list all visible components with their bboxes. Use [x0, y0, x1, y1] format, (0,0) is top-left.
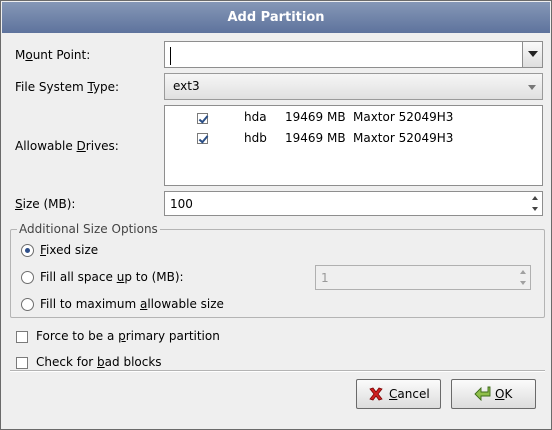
bad-blocks-option[interactable]: Check for bad blocks — [16, 355, 276, 371]
drive-model: Maxtor 52049H3 — [353, 131, 454, 145]
x-icon — [369, 387, 383, 401]
drive-checkbox[interactable] — [197, 133, 208, 144]
dropdown-arrow-icon — [528, 85, 536, 90]
spin-down-icon[interactable] — [520, 281, 526, 285]
text-cursor — [170, 47, 171, 65]
fill-up-to-spinbutton[interactable]: 1 — [315, 265, 531, 290]
chevron-down-icon — [528, 51, 538, 57]
ok-label: OK — [495, 387, 513, 401]
drive-name: hda — [244, 110, 267, 124]
spin-up-icon[interactable] — [532, 196, 538, 200]
drives-label: Allowable Drives: — [15, 139, 119, 153]
fs-type-value: ext3 — [173, 79, 200, 93]
size-options-title: Additional Size Options — [17, 222, 160, 236]
spin-down-icon[interactable] — [532, 207, 538, 211]
bad-blocks-label: Check for bad blocks — [36, 355, 162, 369]
ok-button[interactable]: OK — [451, 379, 536, 409]
add-partition-dialog: Add Partition Mount Point: File System T… — [0, 0, 552, 430]
fixed-size-label: Fixed size — [40, 243, 99, 257]
drive-row[interactable]: hda 19469 MB Maxtor 52049H3 — [165, 108, 535, 128]
fixed-size-radio-option[interactable]: Fixed size — [21, 243, 221, 259]
size-value: 100 — [170, 197, 193, 211]
mount-point-combo[interactable] — [164, 41, 543, 68]
drive-name: hdb — [244, 131, 267, 145]
drive-size: 19469 MB — [285, 110, 346, 124]
drive-row[interactable]: hdb 19469 MB Maxtor 52049H3 — [165, 129, 535, 149]
dialog-title: Add Partition — [2, 2, 550, 33]
drive-size: 19469 MB — [285, 131, 346, 145]
size-spin-arrows[interactable] — [530, 192, 542, 215]
fill-up-to-radio-option[interactable]: Fill all space up to (MB): — [21, 270, 281, 286]
fill-up-to-spin-arrows[interactable] — [518, 266, 530, 289]
fixed-size-radio[interactable] — [21, 244, 34, 257]
size-spinbutton[interactable]: 100 — [164, 191, 543, 216]
fill-max-radio[interactable] — [21, 298, 34, 311]
fill-up-to-radio[interactable] — [21, 271, 34, 284]
fill-up-to-value: 1 — [321, 271, 329, 285]
mount-point-label: Mount Point: — [15, 48, 91, 62]
fill-up-to-label: Fill all space up to (MB): — [40, 270, 184, 284]
primary-partition-checkbox[interactable] — [16, 331, 28, 343]
separator — [10, 370, 545, 372]
primary-partition-label: Force to be a primary partition — [36, 329, 220, 343]
size-label: Size (MB): — [15, 197, 76, 211]
mount-point-dropdown-button[interactable] — [522, 42, 542, 67]
fill-max-radio-option[interactable]: Fill to maximum allowable size — [21, 297, 281, 313]
drive-model: Maxtor 52049H3 — [353, 110, 454, 124]
fs-type-select[interactable]: ext3 — [164, 73, 543, 100]
primary-partition-option[interactable]: Force to be a primary partition — [16, 329, 276, 345]
fill-max-label: Fill to maximum allowable size — [40, 297, 224, 311]
drives-list: hda 19469 MB Maxtor 52049H3 hdb 19469 MB… — [164, 105, 543, 186]
fs-type-label: File System Type: — [15, 80, 120, 94]
cancel-button[interactable]: Cancel — [356, 379, 441, 409]
cancel-label: Cancel — [389, 387, 430, 401]
enter-arrow-icon — [474, 386, 491, 402]
spin-up-icon[interactable] — [520, 270, 526, 274]
drive-checkbox[interactable] — [197, 113, 208, 124]
bad-blocks-checkbox[interactable] — [16, 357, 28, 369]
